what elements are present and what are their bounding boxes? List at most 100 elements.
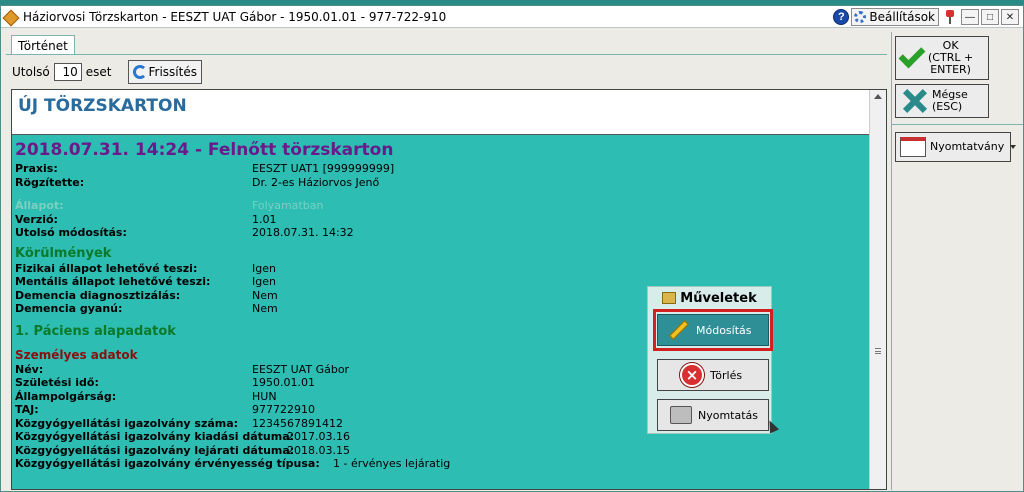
scroll-grip-icon[interactable] [875,348,881,354]
info-row: TAJ: 977722910 [15,403,615,417]
sidebar-divider [892,124,1023,125]
history-toolbar: Utolsó 10 eset Frissítés [12,60,202,84]
print-label: Nyomtatás [698,408,759,422]
minimize-button[interactable]: — [961,9,979,25]
x-icon [900,87,928,115]
subsection-title: Személyes adatok [15,347,138,362]
refresh-label: Frissítés [148,65,197,79]
field-value: Igen [252,275,276,288]
toolbox-icon [662,292,677,304]
info-row: Állampolgárság: HUN [15,390,615,404]
refresh-button[interactable]: Frissítés [127,60,202,84]
info-row: Közgyógyellátási igazolvány kiadási dátu… [15,430,615,444]
delete-button[interactable]: × Törlés [657,359,769,391]
field-value: 2018.03.15 [287,443,350,457]
field-value: 1 - érvényes lejáratig [333,457,451,470]
field-label: TAJ: [15,403,39,416]
field-value: 977722910 [252,403,315,416]
cancel-label-line: (ESC) [932,100,963,113]
title-tools: ? Beállítások — □ ✕ [833,8,1019,26]
field-value: Dr. 2-es Háziorvos Jenő [252,175,380,189]
edit-label: Módosítás [696,323,752,337]
maximize-button[interactable]: □ [981,9,999,25]
field-label: Mentális állapot lehetővé teszi: [15,275,211,288]
pin-icon[interactable] [944,10,956,24]
field-value: Nem [252,288,278,302]
info-row: Verzió: 1.01 [15,213,615,227]
scroll-up-icon[interactable] [874,94,882,99]
vertical-scrollbar[interactable] [869,90,886,489]
info-row: Demencia gyanú: Nem [15,302,615,316]
field-value: EESZT UAT Gábor [252,362,350,376]
status-value: Folyamatban [252,199,324,212]
info-row: Közgyógyellátási igazolvány lejárati dát… [15,444,615,458]
field-value: 2017.03.16 [287,430,350,443]
info-row: Praxis: EESZT UAT1 [999999999] [15,162,615,176]
check-icon [898,41,926,69]
main-panel: Történet Utolsó 10 eset Frissítés ÚJ TÖR… [6,32,887,490]
field-label: Demencia diagnosztizálás: [15,288,181,302]
field-label: Közgyógyellátási igazolvány lejárati dát… [15,443,295,457]
print-button[interactable]: Nyomtatás [657,399,769,431]
field-label: Születési idő: [15,376,99,389]
field-value: Igen [252,261,276,275]
field-label: Fizikai állapot lehetővé teszi: [15,261,198,275]
settings-label: Beállítások [869,10,935,24]
last-label: Utolsó [12,65,50,79]
field-label: Verzió: [15,212,58,226]
gear-icon [854,11,867,23]
tab-history[interactable]: Történet [11,35,75,55]
operations-title: Műveletek [680,290,757,306]
field-label: Demencia gyanú: [15,302,123,315]
field-label: Közgyógyellátási igazolvány száma: [15,416,239,430]
info-row: Közgyógyellátási igazolvány száma: 123456… [15,417,615,431]
pencil-icon [669,320,689,340]
new-card-title[interactable]: ÚJ TÖRZSKARTON [18,96,863,116]
count-input[interactable]: 10 [53,63,82,81]
chevron-down-icon[interactable] [1010,145,1017,149]
delete-icon: × [680,363,704,387]
help-icon[interactable]: ? [833,9,850,25]
form-icon [900,137,926,157]
field-label: Utolsó módosítás: [15,226,127,239]
info-row: Név: EESZT UAT Gábor [15,363,615,377]
printer-icon [670,406,692,424]
status-row: Állapot: Folyamatban [15,199,615,213]
field-value: 1950.01.01 [252,376,315,389]
section-title: 1. Páciens alapadatok [15,323,176,339]
section-title: Körülmények [15,245,112,261]
items-label: eset [85,65,112,79]
field-value: EESZT UAT1 [999999999] [252,162,395,175]
edit-button[interactable]: Módosítás [657,314,769,346]
new-card[interactable]: ÚJ TÖRZSKARTON [12,90,869,134]
info-row: Demencia diagnosztizálás: Nem [15,289,615,303]
field-value: HUN [252,389,277,403]
main-window: Háziorvosi Törzskarton - EESZT UAT Gábor… [0,5,1024,492]
refresh-icon [132,65,147,79]
operations-header: Műveletek [648,287,771,309]
ok-label: OK (CTRL + ENTER) [928,40,973,76]
record-body: 2018.07.31. 14:24 - Felnőtt törzskarton … [15,140,615,471]
field-label: Rögzítette: [15,175,85,189]
print-form-button[interactable]: Nyomtatvány [895,132,1017,162]
ok-label-line: ENTER) [930,63,971,76]
app-icon [5,10,19,24]
field-value: 1.01 [252,212,277,226]
field-value: 1234567891412 [252,416,343,430]
info-row: Születési idő: 1950.01.01 [15,376,615,390]
cancel-button[interactable]: Mégse (ESC) [895,84,989,118]
status-label: Állapot: [15,199,64,212]
window-title: Háziorvosi Törzskarton - EESZT UAT Gábor… [23,9,447,24]
action-sidebar: OK (CTRL + ENTER) Mégse (ESC) Nyomtatván… [891,32,1023,490]
info-row: Rögzítette: Dr. 2-es Háziorvos Jenő [15,176,615,190]
delete-label: Törlés [710,368,743,382]
title-bar: Háziorvosi Törzskarton - EESZT UAT Gábor… [1,6,1023,28]
settings-button[interactable]: Beállítások [851,8,939,26]
field-value: Nem [252,302,278,315]
field-label: Név: [15,362,44,376]
ok-button[interactable]: OK (CTRL + ENTER) [895,36,989,80]
close-button[interactable]: ✕ [1001,9,1019,25]
tab-divider [6,54,887,55]
field-label: Közgyógyellátási igazolvány kiadási dátu… [15,430,295,443]
